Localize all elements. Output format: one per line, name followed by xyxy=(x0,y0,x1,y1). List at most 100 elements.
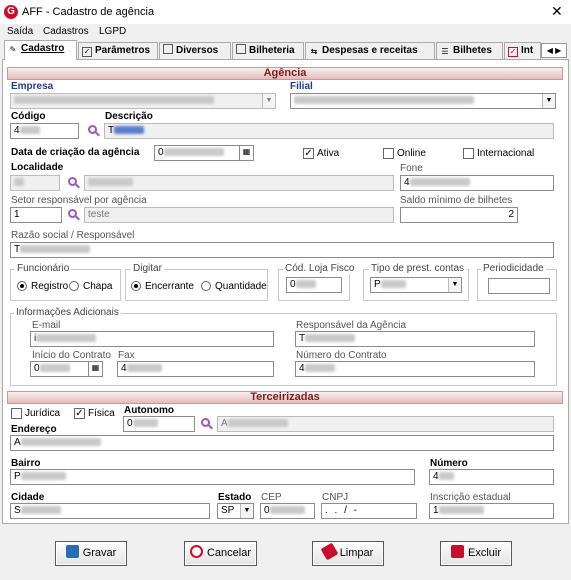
limpar-button[interactable]: Limpar xyxy=(312,541,384,566)
pencil-icon: ✎ xyxy=(9,45,17,54)
estado-select[interactable]: SP ▼ xyxy=(217,503,254,519)
juridica-checkbox[interactable] xyxy=(11,408,22,419)
estado-value: SP xyxy=(221,505,235,516)
inicio-contrato-input[interactable]: 0 ▦ xyxy=(30,361,103,377)
numero-value: 4 xyxy=(433,471,439,482)
fone-input[interactable]: 4 xyxy=(400,175,554,191)
setor-label: Setor responsável por agência xyxy=(11,195,147,206)
inscricao-input[interactable]: 1 xyxy=(429,503,554,519)
fax-value: 4 xyxy=(121,363,127,374)
cep-value: 0 xyxy=(264,505,270,516)
search-icon[interactable] xyxy=(68,209,80,221)
numero-input[interactable]: 4 xyxy=(429,469,554,485)
tab-bilheteria[interactable]: Bilheteria xyxy=(232,42,304,59)
tab-despesas-receitas[interactable]: ⇆ Despesas e receitas xyxy=(305,42,435,59)
fone-label: Fone xyxy=(400,163,423,174)
tab-label: Diversos xyxy=(176,45,219,56)
checkbox-icon: ✓ xyxy=(82,47,92,57)
chevron-down-icon: ▼ xyxy=(240,504,253,518)
cidade-input[interactable]: S xyxy=(10,503,210,519)
menu-cadastros[interactable]: Cadastros xyxy=(43,26,89,37)
tab-cadastro[interactable]: ✎ Cadastro xyxy=(4,40,77,61)
periodicidade-label: Periodicidade xyxy=(481,263,546,274)
saldo-input[interactable]: 2 xyxy=(400,207,518,223)
menu-saida[interactable]: Saída xyxy=(7,26,33,37)
tab-bilhetes[interactable]: ☰ Bilhetes xyxy=(436,42,503,59)
tab-label: Parâmetros xyxy=(95,45,151,56)
cnpj-label: CNPJ xyxy=(322,492,349,503)
tab-diversos[interactable]: Diversos xyxy=(159,42,231,59)
cod-loja-input[interactable]: 0 xyxy=(286,277,342,293)
cancel-icon xyxy=(189,545,203,558)
autonomo-label: Autonomo xyxy=(124,405,174,416)
cidade-label: Cidade xyxy=(11,492,45,503)
numero-contrato-input[interactable]: 4 xyxy=(295,361,535,377)
saldo-label: Saldo mínimo de bilhetes xyxy=(400,195,513,206)
tab-parametros[interactable]: ✓ Parâmetros xyxy=(78,42,158,59)
autonomo-code-value: 0 xyxy=(127,418,133,429)
search-icon[interactable] xyxy=(88,125,100,137)
encerrante-radio[interactable] xyxy=(131,281,141,291)
cnpj-input[interactable]: . . / - xyxy=(321,503,417,519)
empresa-select[interactable]: ▼ xyxy=(10,93,276,109)
periodicidade-input[interactable] xyxy=(488,278,550,294)
responsavel-input[interactable]: T xyxy=(295,331,535,347)
registro-radio[interactable] xyxy=(17,281,27,291)
list-icon: ☰ xyxy=(441,47,449,56)
menu-lgpd[interactable]: LGPD xyxy=(99,26,126,37)
search-icon[interactable] xyxy=(201,418,213,430)
chapa-label: Chapa xyxy=(83,281,113,292)
fax-label: Fax xyxy=(118,350,135,361)
data-criacao-label: Data de criação da agência xyxy=(11,147,140,158)
tab-scroll-arrows[interactable]: ◀ ▶ xyxy=(541,43,567,58)
razao-label: Razão social / Responsável xyxy=(11,230,135,241)
cidade-value: S xyxy=(14,505,21,516)
info-adicionais-title: Informações Adicionais xyxy=(14,307,121,318)
numero-contrato-label: Número do Contrato xyxy=(296,350,387,361)
gravar-button[interactable]: Gravar xyxy=(55,541,127,566)
tipo-prest-select[interactable]: P ▼ xyxy=(370,277,462,293)
numero-contrato-value: 4 xyxy=(299,363,305,374)
setor-code-input[interactable]: 1 xyxy=(10,207,62,223)
endereco-input[interactable]: A xyxy=(10,435,554,451)
cep-input[interactable]: 0 xyxy=(260,503,315,519)
cancelar-button[interactable]: Cancelar xyxy=(184,541,257,566)
email-input[interactable]: i xyxy=(30,331,274,347)
inscricao-label: Inscrição estadual xyxy=(430,492,511,503)
estado-label: Estado xyxy=(218,492,252,503)
codigo-input[interactable]: 4 xyxy=(10,123,79,139)
setor-desc-input[interactable]: teste xyxy=(84,207,394,223)
localidade-name-input[interactable] xyxy=(84,175,394,191)
fisica-checkbox[interactable]: ✓ xyxy=(74,408,85,419)
codigo-label: Código xyxy=(11,111,46,122)
filial-select[interactable]: ▼ xyxy=(290,93,556,109)
autonomo-code-input[interactable]: 0 xyxy=(123,416,195,432)
online-checkbox[interactable] xyxy=(383,148,394,159)
empresa-label: Empresa xyxy=(11,81,54,92)
tab-int[interactable]: ✓ Int xyxy=(504,42,541,59)
tab-label: Int xyxy=(521,45,534,56)
ativa-checkbox[interactable]: ✓ xyxy=(303,148,314,159)
descricao-input[interactable]: T xyxy=(104,123,554,139)
razao-input[interactable]: T xyxy=(10,242,554,258)
search-icon[interactable] xyxy=(68,177,80,189)
tab-label: Bilhetes xyxy=(453,45,492,56)
excluir-button[interactable]: Excluir xyxy=(440,541,512,566)
bairro-input[interactable]: P xyxy=(10,469,415,485)
autonomo-name-input[interactable]: A xyxy=(217,416,554,432)
data-criacao-input[interactable]: 0 ▦ xyxy=(154,145,254,161)
codigo-value: 4 xyxy=(14,125,20,136)
chapa-radio[interactable] xyxy=(69,281,79,291)
tab-label: Bilheteria xyxy=(249,45,295,56)
fax-input[interactable]: 4 xyxy=(117,361,274,377)
inscricao-value: 1 xyxy=(433,505,439,516)
localidade-code-input[interactable] xyxy=(10,175,60,191)
descricao-label: Descrição xyxy=(105,111,153,122)
trash-icon xyxy=(450,545,464,558)
limpar-label: Limpar xyxy=(339,547,374,559)
internacional-checkbox[interactable] xyxy=(463,148,474,159)
calendar-icon[interactable]: ▦ xyxy=(239,146,253,160)
calendar-icon[interactable]: ▦ xyxy=(88,362,102,376)
close-window-button[interactable]: ✕ xyxy=(551,3,563,20)
quantidade-radio[interactable] xyxy=(201,281,211,291)
